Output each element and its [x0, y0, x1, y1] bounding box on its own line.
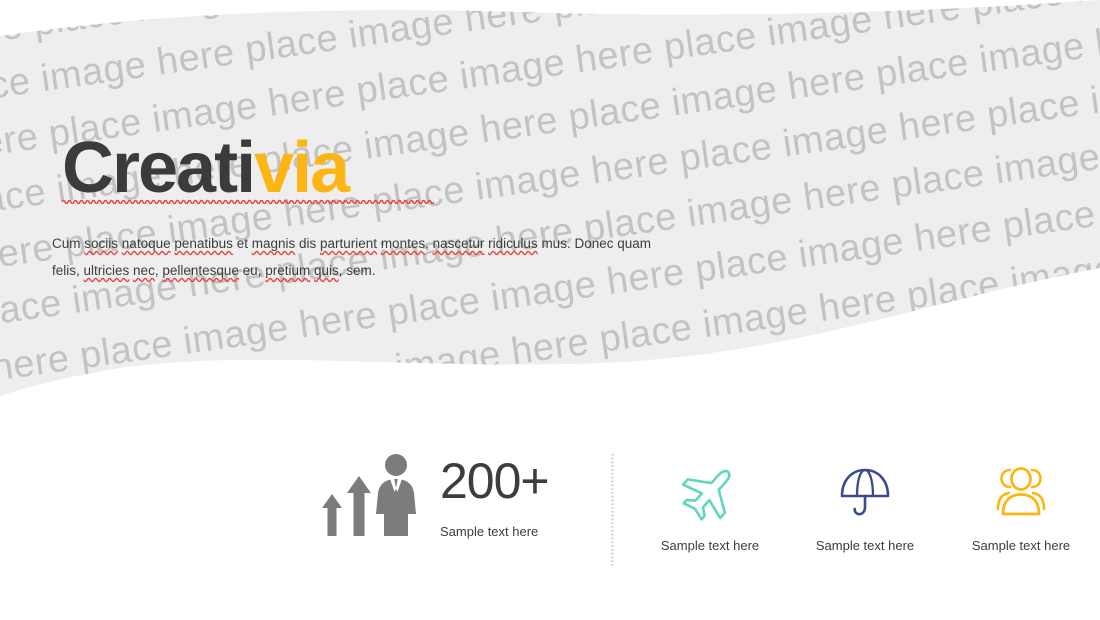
- spellcheck-squiggle-icon: [62, 199, 434, 204]
- icon-slot: [936, 456, 1100, 528]
- title-part-dark: Creati: [62, 128, 256, 208]
- icon-slot: [625, 456, 795, 528]
- headline-block: Creativia: [62, 132, 434, 204]
- lead-misspelled-word: pretium: [265, 263, 311, 278]
- lead-misspelled-word: penatibus: [174, 236, 233, 251]
- stat-caption: Sample text here: [815, 538, 915, 553]
- lead-misspelled-word: natoque: [121, 236, 171, 251]
- businessman-growth-arrows-icon: [322, 454, 416, 536]
- lead-misspelled-word: pellentesque: [162, 263, 239, 278]
- people-group-icon: [996, 467, 1046, 516]
- lead-paragraph: Cum sociis natoque penatibus et magnis d…: [52, 230, 652, 284]
- lead-misspelled-word: nascetur: [432, 236, 485, 251]
- featured-stat-text: 200+ Sample text here: [440, 452, 588, 540]
- lead-text: , sem.: [338, 263, 376, 278]
- umbrella-icon: [840, 468, 890, 516]
- stat-number: 200+: [440, 453, 550, 510]
- lead-misspelled-word: nec: [133, 263, 155, 278]
- slide-canvas: place image here place image here place …: [0, 0, 1100, 620]
- watermark-pattern: place image here place image here place …: [0, 0, 1100, 396]
- stat-caption: Sample text here: [440, 524, 539, 540]
- lead-misspelled-word: sociis: [84, 236, 119, 251]
- hero-wave-band: place image here place image here place …: [0, 0, 1100, 396]
- vertical-dotted-divider: [611, 454, 614, 566]
- stat-item-featured: 200+ Sample text here: [318, 448, 588, 544]
- lead-text: Cum: [52, 236, 85, 251]
- lead-misspelled-word: montes: [380, 236, 426, 251]
- title-part-accent: via: [254, 128, 350, 208]
- page-title: Creativia: [62, 132, 350, 204]
- stat-item-plane: Sample text here: [625, 456, 795, 554]
- lead-misspelled-word: magnis: [251, 236, 296, 251]
- lead-text: dis: [295, 236, 320, 251]
- lead-text: eu,: [238, 263, 266, 278]
- icon-slot: [780, 456, 950, 528]
- lead-misspelled-word: ultricies: [83, 263, 130, 278]
- stats-strip: 200+ Sample text here Sample text here S…: [0, 446, 1100, 576]
- hero-image-placeholder: place image here place image here place …: [0, 0, 1100, 420]
- lead-text: ,: [425, 236, 433, 251]
- airplane-icon: [681, 469, 731, 521]
- lead-text: et: [232, 236, 252, 251]
- lead-misspelled-word: ridiculus: [488, 236, 538, 251]
- stat-item-people: Sample text here: [936, 456, 1100, 554]
- stat-caption: Sample text here: [971, 538, 1071, 553]
- stat-caption: Sample text here: [660, 538, 760, 553]
- stat-item-umbrella: Sample text here: [780, 456, 950, 554]
- lead-misspelled-word: parturient: [320, 236, 378, 251]
- lead-paragraph-block: Cum sociis natoque penatibus et magnis d…: [52, 230, 652, 284]
- lead-misspelled-word: quis: [313, 263, 339, 278]
